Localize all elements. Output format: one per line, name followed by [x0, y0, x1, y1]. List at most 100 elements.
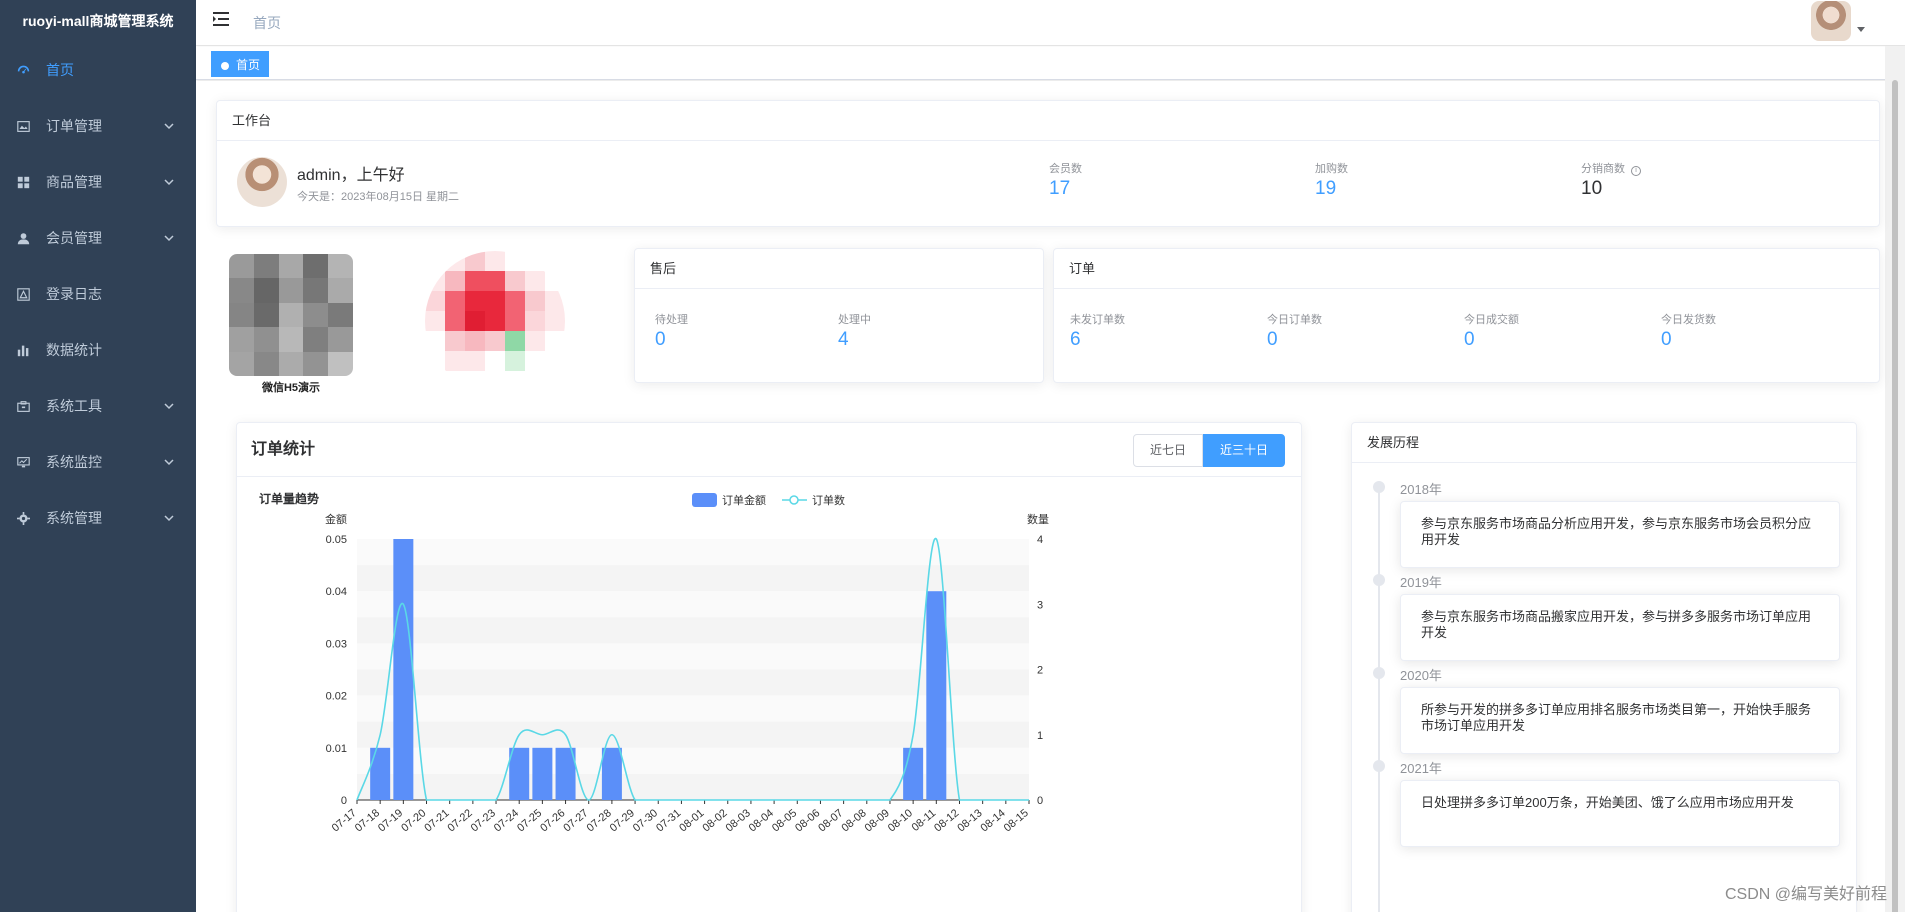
- after-sales-card: 售后 待处理 0 处理中 4: [634, 248, 1044, 383]
- x-tick-label: 07-20: [399, 807, 428, 834]
- sidebar-item-7[interactable]: 系统监控: [0, 434, 196, 490]
- x-tick-label: 08-06: [793, 807, 822, 834]
- y-right-tick-label: 0: [1037, 795, 1043, 807]
- sidebar-item-1[interactable]: 订单管理: [0, 98, 196, 154]
- legend-bar-label: 订单金额: [722, 493, 766, 507]
- qr-pixel: [253, 254, 279, 279]
- logo-pixel: [525, 371, 545, 391]
- chart-title: 订单量趋势: [259, 491, 319, 506]
- timeline-year: 2021年: [1400, 761, 1442, 776]
- x-tick-label: 07-24: [492, 807, 521, 834]
- logo-pixel: [525, 271, 545, 291]
- user-avatar-large: [237, 157, 287, 207]
- y-right-axis-label: 数量: [1027, 513, 1049, 526]
- bar-stats-icon: [16, 322, 30, 378]
- x-tick-label: 08-05: [770, 807, 799, 834]
- sidebar-item-label: 订单管理: [46, 118, 102, 134]
- monitor-icon: [16, 434, 30, 490]
- orders-card: 订单 未发订单数 6 今日订单数 0 今日成交额 0 今日发货数 0: [1053, 248, 1880, 383]
- stat-processing: 处理中 4: [838, 311, 871, 351]
- sidebar-item-4[interactable]: 登录日志: [0, 266, 196, 322]
- last-7-days-button[interactable]: 近七日: [1132, 434, 1203, 467]
- timeline-dot: [1373, 667, 1385, 679]
- sidebar-item-5[interactable]: 数据统计: [0, 322, 196, 378]
- user-avatar-dropdown[interactable]: [1811, 1, 1865, 41]
- chevron-down-icon: [164, 210, 174, 266]
- app-title[interactable]: ruoyi-mall商城管理系统: [0, 0, 196, 42]
- stat-value: 17: [1049, 178, 1071, 199]
- orders-title: 订单: [1054, 249, 1879, 289]
- last-30-days-button[interactable]: 近三十日: [1202, 434, 1285, 467]
- x-tick-label: 08-03: [724, 807, 753, 834]
- x-tick-label: 08-14: [978, 807, 1007, 834]
- x-tick-label: 08-10: [886, 807, 915, 834]
- hamburger-menu-icon[interactable]: [212, 10, 232, 30]
- qr-pixel: [229, 302, 254, 328]
- logo-pixel: [545, 371, 565, 391]
- qr-pixel: [229, 351, 254, 376]
- timeline-card: 参与京东服务市场商品分析应用开发，参与京东服务市场会员积分应用开发: [1400, 501, 1840, 568]
- stat-value: 4: [838, 329, 849, 350]
- sidebar-item-label: 系统管理: [46, 510, 102, 526]
- qr-pixel: [253, 278, 279, 303]
- logo-pixel: [505, 271, 525, 291]
- greeting-text: admin，上午好: [297, 167, 405, 184]
- stat-today-amount: 今日成交额 0: [1464, 311, 1519, 351]
- stat-label: 今日成交额: [1464, 314, 1519, 326]
- toolbox-icon: [16, 378, 30, 434]
- login-log-icon: [16, 266, 30, 322]
- timeline-year: 2020年: [1400, 668, 1442, 683]
- bar: [926, 591, 947, 800]
- caret-down-icon[interactable]: [1857, 27, 1865, 32]
- logo-pixel: [445, 351, 465, 371]
- logo-pixel: [445, 371, 465, 391]
- sidebar-item-0[interactable]: 首页: [0, 42, 196, 98]
- sidebar-item-2[interactable]: 商品管理: [0, 154, 196, 210]
- order-icon: [16, 98, 30, 154]
- wechat-qr-code: [229, 254, 353, 376]
- logo-pixel: [485, 371, 505, 391]
- logo-pixel: [525, 291, 545, 311]
- qr-pixel: [303, 351, 329, 376]
- brand-logo-image: [425, 251, 565, 391]
- avatar[interactable]: [1811, 1, 1851, 41]
- logo-pixel: [445, 291, 465, 311]
- info-icon[interactable]: i: [1631, 166, 1641, 176]
- logo-pixel: [445, 251, 465, 271]
- sidebar-item-3[interactable]: 会员管理: [0, 210, 196, 266]
- sidebar-item-label: 系统工具: [46, 398, 102, 414]
- timeline-line: [1378, 483, 1380, 912]
- stat-distributors: 分销商数 i 10: [1581, 160, 1641, 200]
- logo-pixel: [545, 271, 565, 291]
- logo-pixel: [445, 311, 465, 331]
- tag-home[interactable]: 首页: [211, 51, 270, 77]
- y-left-tick-label: 0.01: [326, 743, 347, 755]
- logo-pixel: [505, 351, 525, 371]
- stat-label: 待处理: [655, 314, 688, 326]
- sidebar-item-label: 登录日志: [46, 286, 102, 302]
- logo-pixel: [465, 271, 485, 291]
- stat-value: 19: [1315, 178, 1337, 199]
- sidebar-menu: 首页订单管理商品管理 会员管理登录日志数据统计系统工具系统监控系统管理: [0, 42, 196, 546]
- logo-pixel: [425, 351, 445, 371]
- logo-pixel: [525, 251, 545, 271]
- sidebar-item-6[interactable]: 系统工具: [0, 378, 196, 434]
- page-scrollbar[interactable]: [1885, 46, 1905, 912]
- main-content: 工作台 admin，上午好 今天是：2023年08月15日 星期二 会员数 17…: [196, 81, 1885, 912]
- logo-pixel: [425, 311, 445, 331]
- sidebar-item-8[interactable]: 系统管理: [0, 490, 196, 546]
- sidebar-item-label: 系统监控: [46, 454, 102, 470]
- x-tick-label: 07-29: [608, 807, 637, 834]
- stat-unshipped: 未发订单数 6: [1070, 311, 1125, 351]
- x-tick-label: 07-17: [330, 807, 359, 834]
- stat-label: 今日发货数: [1661, 314, 1716, 326]
- logo-pixel: [525, 311, 545, 331]
- scrollbar-thumb[interactable]: [1892, 80, 1898, 912]
- logo-pixel: [465, 351, 485, 371]
- grid-band: [357, 539, 1029, 566]
- stat-value: 0: [1661, 329, 1672, 350]
- stat-label: 今日订单数: [1267, 314, 1322, 326]
- qr-pixel: [278, 327, 304, 352]
- stat-members: 会员数 17: [1049, 160, 1082, 200]
- logo-pixel: [465, 251, 485, 271]
